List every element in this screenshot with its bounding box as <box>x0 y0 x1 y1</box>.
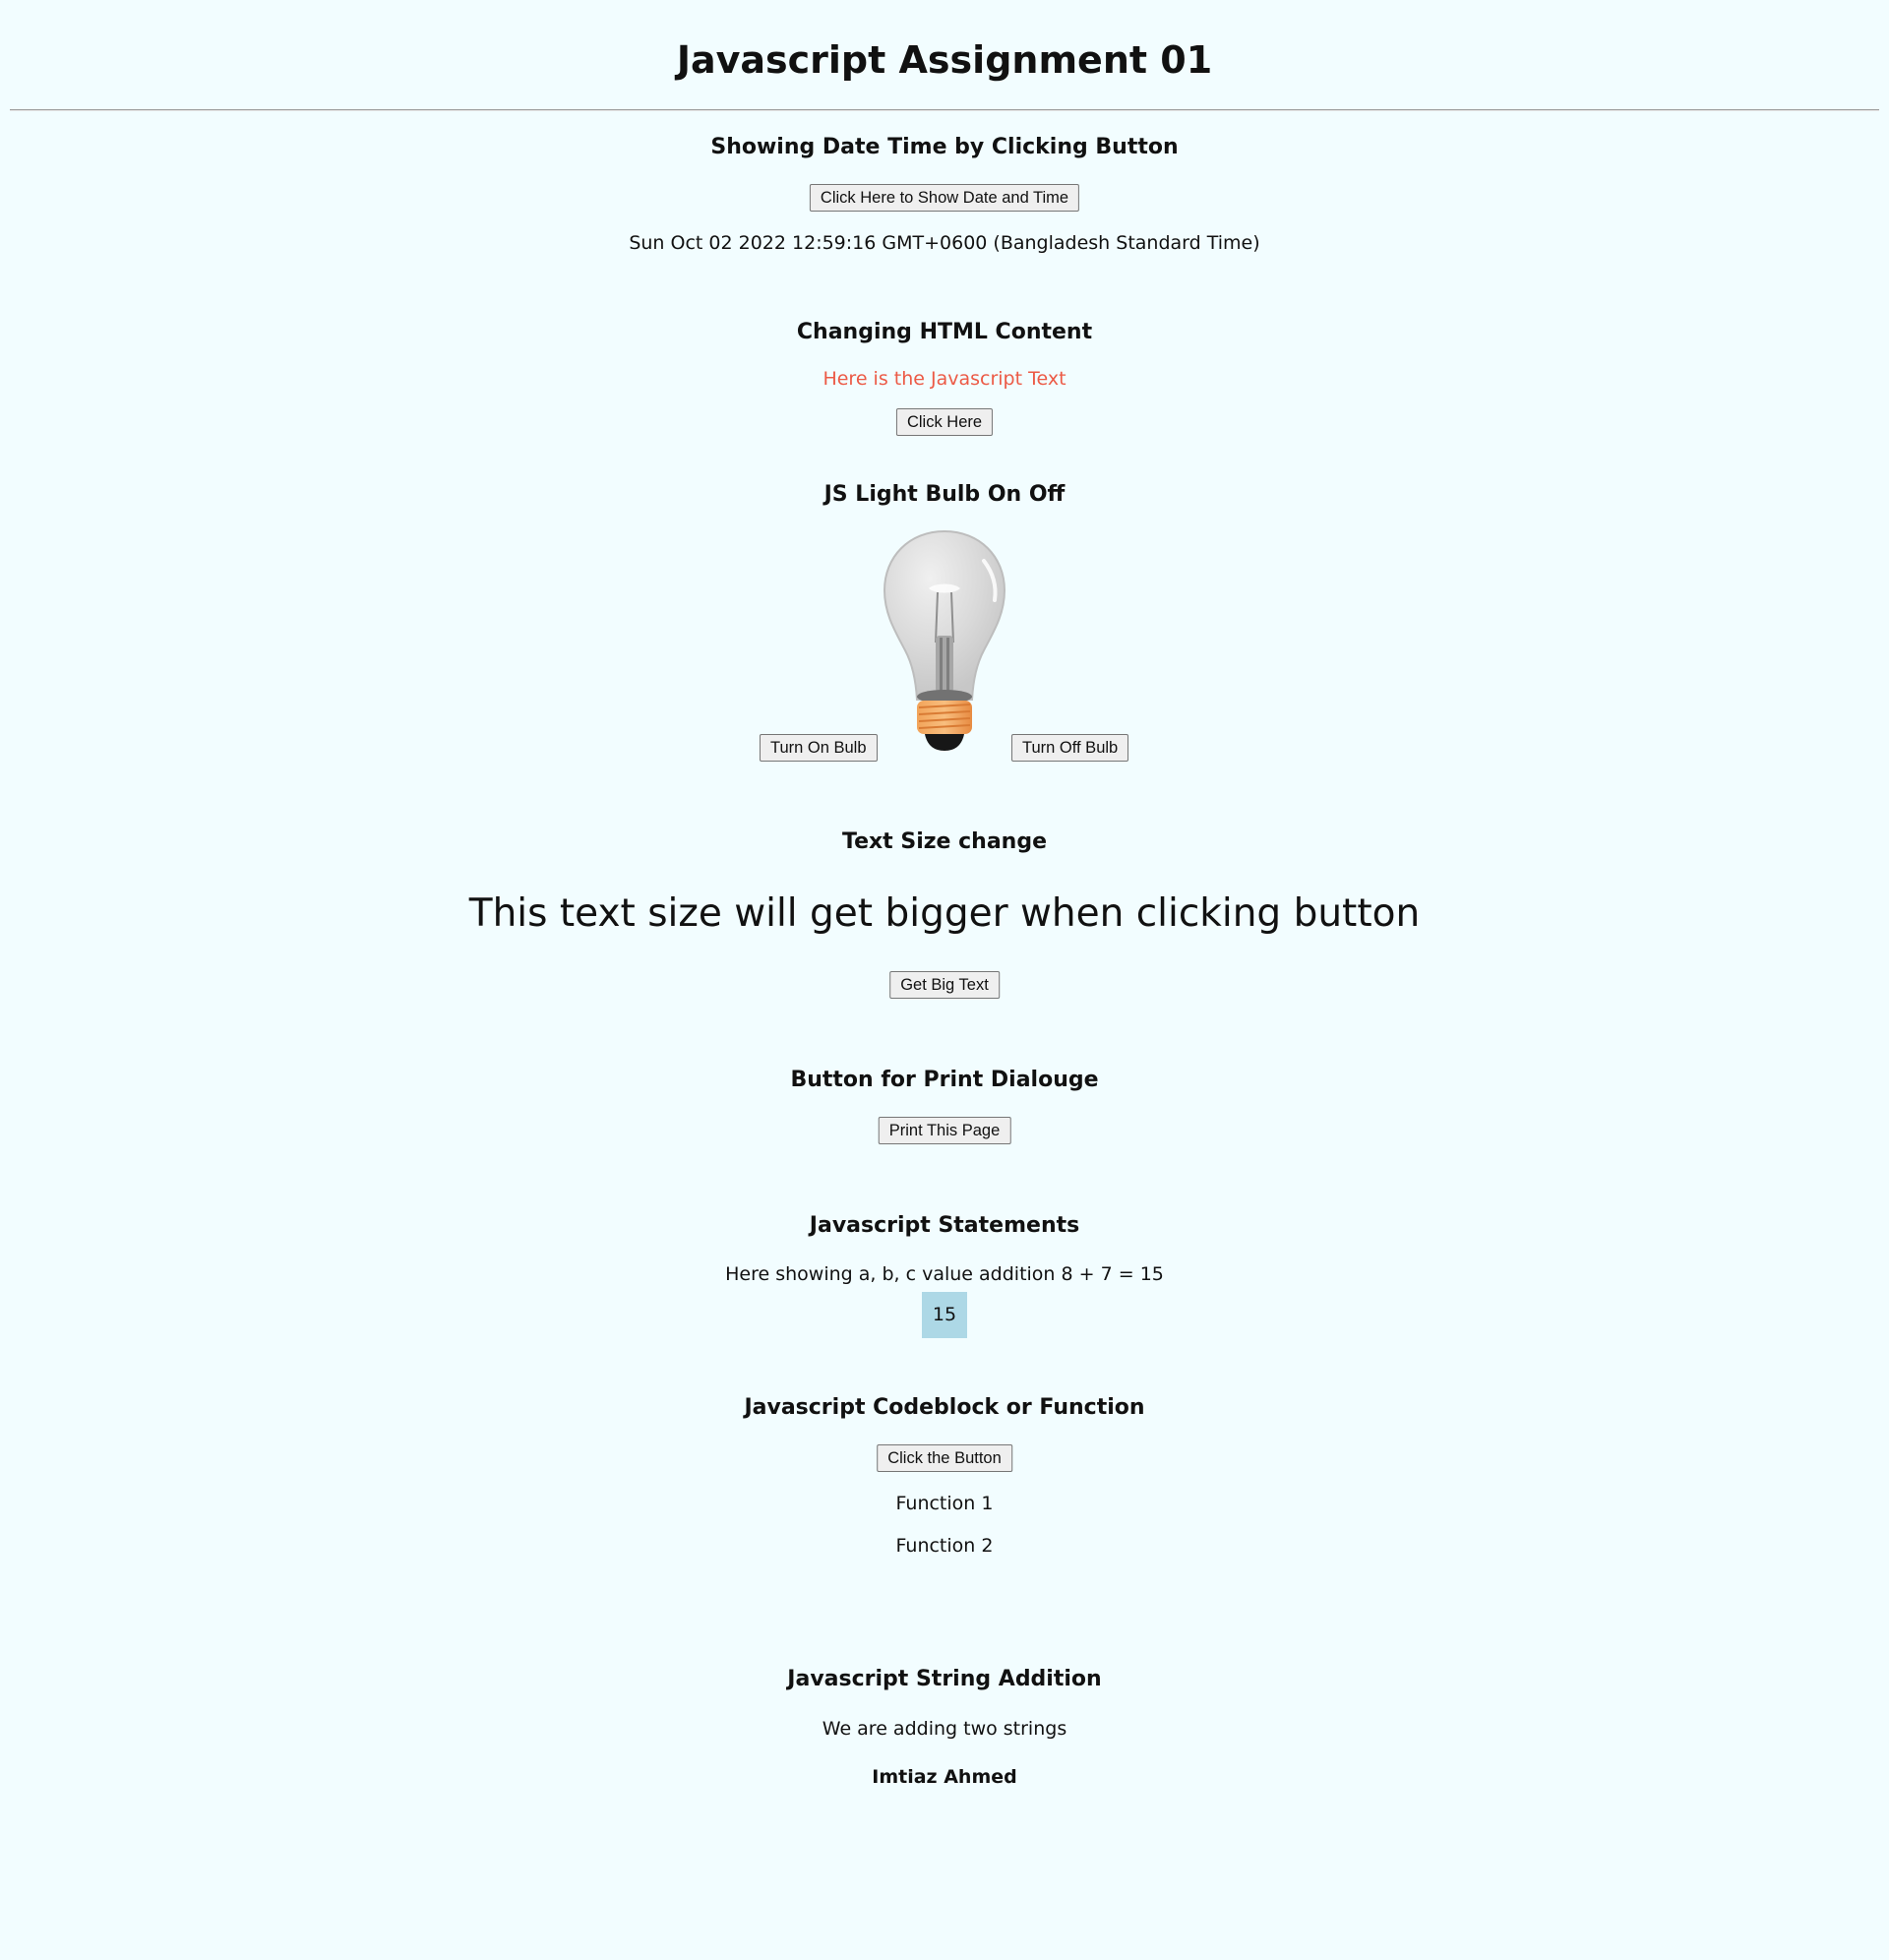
page: Javascript Assignment 01 Showing Date Ti… <box>0 0 1889 1960</box>
function-output-2: Function 2 <box>895 1535 994 1557</box>
string-addition-heading: Javascript String Addition <box>787 1667 1102 1691</box>
addition-result-box: 15 <box>922 1292 967 1338</box>
get-big-text-button[interactable]: Get Big Text <box>889 971 1000 999</box>
click-function-button[interactable]: Click the Button <box>877 1444 1012 1472</box>
string-addition-text: We are adding two strings <box>822 1718 1067 1740</box>
datetime-output: Sun Oct 02 2022 12:59:16 GMT+0600 (Bangl… <box>629 232 1260 254</box>
light-bulb-off-icon <box>883 529 1006 751</box>
datetime-heading: Showing Date Time by Clicking Button <box>710 135 1179 159</box>
statements-text: Here showing a, b, c value addition 8 + … <box>725 1263 1164 1285</box>
show-datetime-button[interactable]: Click Here to Show Date and Time <box>809 184 1080 212</box>
resizable-text: This text size will get bigger when clic… <box>468 891 1421 936</box>
string-addition-result: Imtiaz Ahmed <box>872 1766 1017 1788</box>
change-content-button[interactable]: Click Here <box>895 408 994 436</box>
print-heading: Button for Print Dialouge <box>790 1068 1099 1092</box>
turn-off-bulb-button[interactable]: Turn Off Bulb <box>1011 734 1129 762</box>
turn-on-bulb-button[interactable]: Turn On Bulb <box>760 734 878 762</box>
horizontal-divider <box>10 109 1879 111</box>
bulb-heading: JS Light Bulb On Off <box>823 482 1066 507</box>
html-content-heading: Changing HTML Content <box>796 320 1093 344</box>
print-page-button[interactable]: Print This Page <box>878 1117 1011 1144</box>
javascript-text: Here is the Javascript Text <box>823 368 1066 390</box>
function-heading: Javascript Codeblock or Function <box>744 1395 1145 1420</box>
page-title: Javascript Assignment 01 <box>676 38 1213 82</box>
function-output-1: Function 1 <box>895 1493 994 1514</box>
statements-heading: Javascript Statements <box>809 1213 1080 1238</box>
text-size-heading: Text Size change <box>841 829 1048 854</box>
